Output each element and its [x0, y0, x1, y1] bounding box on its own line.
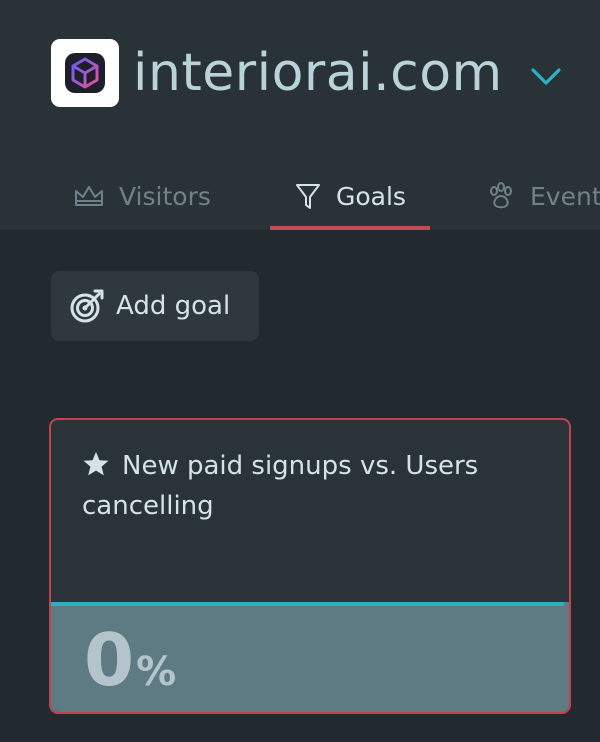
chevron-down-icon[interactable] — [530, 66, 562, 88]
goal-percent-value: 0 — [84, 618, 135, 702]
goal-title-text: New paid signups vs. Users cancelling — [82, 451, 479, 521]
site-name: interiorai.com — [133, 43, 503, 103]
site-selector[interactable]: interiorai.com — [51, 39, 503, 107]
cube-logo-icon — [65, 53, 105, 93]
add-goal-label: Add goal — [116, 291, 231, 321]
site-logo — [51, 39, 119, 107]
goal-title: New paid signups vs. Users cancelling — [82, 446, 522, 526]
goal-percent: 0% — [84, 620, 176, 700]
tab-events-label: Events — [530, 182, 600, 211]
goal-percent-symbol: % — [136, 649, 177, 695]
goal-card[interactable]: New paid signups vs. Users cancelling 0% — [49, 418, 571, 714]
star-icon[interactable] — [82, 451, 110, 477]
top-header: interiorai.com Visitors Goals Event — [0, 0, 600, 230]
tab-events[interactable]: Events — [486, 168, 600, 230]
tab-goals-label: Goals — [336, 182, 406, 211]
tab-visitors[interactable]: Visitors — [73, 168, 211, 230]
paw-icon — [490, 182, 512, 209]
add-goal-button[interactable]: Add goal — [51, 271, 259, 341]
funnel-icon — [296, 184, 320, 209]
goal-progress-bar — [51, 602, 564, 606]
active-tab-underline — [270, 226, 430, 230]
crown-icon — [75, 186, 103, 206]
tab-bar: Visitors Goals Events — [0, 168, 600, 230]
target-icon — [70, 289, 104, 323]
tab-goals[interactable]: Goals — [270, 168, 430, 230]
tab-visitors-label: Visitors — [119, 182, 211, 211]
